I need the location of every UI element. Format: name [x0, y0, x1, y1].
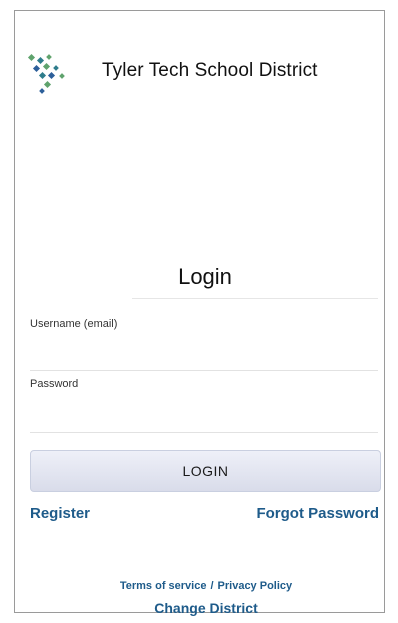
terms-of-service-link[interactable]: Terms of service [120, 580, 207, 592]
forgot-password-link[interactable]: Forgot Password [256, 505, 379, 522]
footer-links: Terms of service / Privacy Policy [0, 580, 398, 592]
username-input[interactable] [30, 340, 378, 371]
login-panel [14, 10, 385, 613]
change-district-link[interactable]: Change District [0, 600, 398, 616]
username-label: Username (email) [30, 318, 118, 330]
district-name: Tyler Tech School District [102, 60, 318, 81]
password-input[interactable] [30, 402, 378, 433]
footer-separator: / [210, 580, 214, 592]
login-title: Login [178, 264, 232, 289]
title-divider [132, 298, 378, 299]
password-label: Password [30, 378, 79, 390]
login-button[interactable]: LOGIN [30, 450, 381, 492]
register-link[interactable]: Register [30, 505, 90, 522]
district-logo-icon [27, 53, 65, 94]
privacy-policy-link[interactable]: Privacy Policy [218, 580, 293, 592]
